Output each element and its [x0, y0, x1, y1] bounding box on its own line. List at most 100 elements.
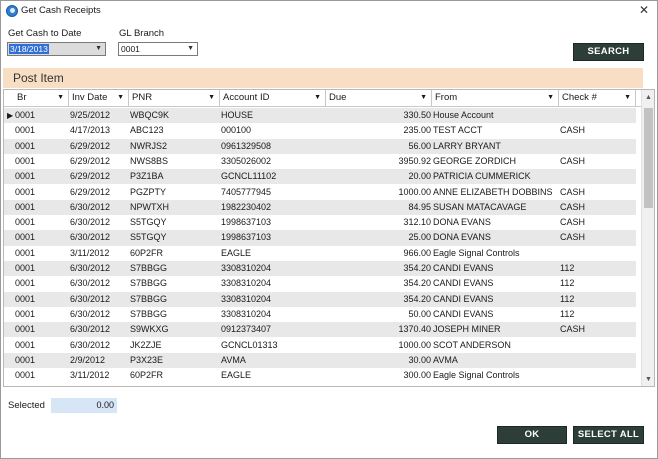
- cell-check: 112: [560, 308, 575, 319]
- cell-account-id: GCNCL01313: [221, 339, 278, 350]
- cell-pnr: S7BBGG: [130, 263, 168, 273]
- scroll-up-icon[interactable]: ▲: [645, 94, 652, 101]
- table-row[interactable]: 0001 6/29/2012 NWRJS2 0961329508 56.00 LARRY …: [4, 138, 636, 154]
- cell-account-id: EAGLE: [221, 247, 252, 258]
- chevron-down-icon[interactable]: ▼: [624, 90, 631, 106]
- col-due-header[interactable]: Due ▼: [326, 90, 432, 106]
- cell-br: 0001: [15, 140, 36, 151]
- cell-from: LARRY BRYANT: [433, 140, 501, 151]
- cell-from: JOSEPH MINER: [433, 324, 501, 335]
- cell-due: 354.20: [403, 293, 431, 304]
- chevron-down-icon[interactable]: ▼: [95, 45, 102, 52]
- col-check-header[interactable]: Check # ▼: [559, 90, 636, 106]
- table-row[interactable]: 0001 6/29/2012 PGZPTY 7405777945 1000.00 ANNE…: [4, 185, 636, 200]
- table-row[interactable]: 0001 2/9/2012 P3X23E AVMA 30.00 AVMA: [4, 352, 636, 369]
- cell-due: 1370.40: [398, 324, 431, 335]
- cell-check: CASH: [560, 324, 586, 335]
- col-pnr-header[interactable]: PNR ▼: [129, 90, 220, 106]
- selected-label: Selected: [8, 400, 45, 411]
- col-inv-date-header[interactable]: Inv Date ▼: [69, 90, 129, 106]
- cell-from: GEORGE ZORDICH: [433, 155, 517, 166]
- scroll-thumb[interactable]: [644, 108, 653, 208]
- cell-account-id: 3308310204: [221, 263, 272, 273]
- cell-inv-date: 9/25/2012: [70, 110, 111, 120]
- cell-from: CANDI EVANS: [433, 278, 494, 289]
- table-row[interactable]: 0001 6/30/2012 NPWTXH 1982230402 84.95 SUSAN …: [4, 199, 636, 216]
- table-row[interactable]: 0001 6/30/2012 JK2ZJE GCNCL01313 1000.00 SCOT…: [4, 338, 636, 353]
- table-row[interactable]: 0001 6/29/2012 NWS8BS 3305026002 3950.92 GEOR…: [4, 154, 636, 169]
- cell-due: 354.20: [403, 278, 431, 289]
- cell-from: CANDI EVANS: [433, 308, 494, 319]
- cell-br: 0001: [15, 171, 36, 182]
- cell-pnr: 60P2FR: [130, 370, 164, 381]
- cell-pnr: S7BBGG: [130, 293, 168, 304]
- select-all-button[interactable]: SELECT ALL: [573, 426, 644, 444]
- table-row[interactable]: 0001 6/30/2012 S5TGQY 1998637103 25.00 DONA E…: [4, 230, 636, 246]
- title-bar: Get Cash Receipts ✕: [1, 1, 657, 21]
- chevron-down-icon[interactable]: ▼: [547, 90, 554, 106]
- table-row[interactable]: 0001 6/30/2012 S7BBGG 3308310204 354.20 CANDI…: [4, 261, 636, 277]
- date-value[interactable]: 3/18/2013: [9, 44, 49, 54]
- cell-from: House Account: [433, 110, 494, 120]
- chevron-down-icon[interactable]: ▼: [57, 90, 64, 106]
- cell-pnr: WBQC9K: [130, 110, 170, 120]
- date-field[interactable]: 3/18/2013 ▼: [7, 42, 106, 56]
- table-row[interactable]: 0001 3/11/2012 60P2FR EAGLE 966.00 Eagle Sign…: [4, 246, 636, 261]
- scroll-down-icon[interactable]: ▼: [645, 376, 652, 383]
- table-row[interactable]: 0001 6/30/2012 S7BBGG 3308310204 50.00 CANDI …: [4, 307, 636, 322]
- cell-from: ANNE ELIZABETH DOBBINS: [433, 186, 553, 197]
- table-row[interactable]: 0001 6/30/2012 S7BBGG 3308310204 354.20 CANDI…: [4, 276, 636, 291]
- branch-select[interactable]: 0001 ▼: [118, 42, 198, 56]
- table-row[interactable]: 0001 4/17/2013 ABC123 000100 235.00 TEST ACCT…: [4, 123, 636, 138]
- table-row[interactable]: 0001 6/30/2012 S9WKXG 0912373407 1370.40 JOSE…: [4, 322, 636, 338]
- column-label: Br: [17, 92, 27, 103]
- table-row[interactable]: 0001 6/30/2012 S7BBGG 3308310204 354.20 CANDI…: [4, 291, 636, 307]
- cell-account-id: 3308310204: [221, 293, 272, 304]
- cell-br: 0001: [15, 308, 36, 319]
- table-row[interactable]: 0001 6/30/2012 S5TGQY 1998637103 312.10 DONA …: [4, 215, 636, 230]
- cell-br: 0001: [15, 278, 36, 289]
- cell-inv-date: 6/29/2012: [70, 140, 111, 151]
- cell-due: 966.00: [403, 247, 431, 258]
- cell-br: 0001: [15, 247, 36, 258]
- cell-from: TEST ACCT: [433, 125, 483, 136]
- cell-from: PATRICIA CUMMERICK: [433, 171, 531, 182]
- cell-account-id: 1998637103: [221, 217, 272, 228]
- cell-from: AVMA: [433, 354, 458, 365]
- cell-check: CASH: [560, 217, 586, 228]
- cell-inv-date: 3/11/2012: [70, 247, 110, 258]
- cell-inv-date: 2/9/2012: [70, 354, 106, 365]
- chevron-down-icon[interactable]: ▼: [420, 90, 427, 106]
- ok-button[interactable]: OK: [497, 426, 567, 444]
- cell-inv-date: 6/30/2012: [70, 217, 111, 228]
- chevron-down-icon[interactable]: ▼: [187, 45, 194, 52]
- cell-br: 0001: [15, 370, 36, 381]
- table-row[interactable]: 0001 6/29/2012 P3Z1BA GCNCL11102 20.00 PATRIC…: [4, 169, 636, 185]
- vertical-scrollbar[interactable]: ▲ ▼: [641, 90, 654, 386]
- cell-inv-date: 6/30/2012: [70, 293, 111, 304]
- col-from-header[interactable]: From ▼: [432, 90, 559, 106]
- cell-account-id: 1998637103: [221, 232, 272, 243]
- cell-inv-date: 6/30/2012: [70, 324, 111, 335]
- table-row[interactable]: ▶ 0001 9/25/2012 WBQC9K HOUSE 330.50 House Acc…: [4, 108, 636, 124]
- cell-br: 0001: [15, 263, 36, 273]
- close-icon[interactable]: ✕: [639, 3, 649, 17]
- chevron-down-icon[interactable]: ▼: [208, 90, 215, 106]
- chevron-down-icon[interactable]: ▼: [117, 90, 124, 106]
- table-row[interactable]: 0001 3/11/2012 60P2FR EAGLE 300.00 Eagle Sign…: [4, 368, 636, 383]
- cell-br: 0001: [15, 232, 36, 243]
- chevron-down-icon[interactable]: ▼: [314, 90, 321, 106]
- cell-due: 50.00: [408, 308, 431, 319]
- cell-account-id: EAGLE: [221, 370, 252, 381]
- col-br-header[interactable]: Br ▼: [14, 90, 69, 106]
- selected-total: 0.00: [51, 398, 117, 413]
- receipts-grid[interactable]: Br ▼ Inv Date ▼ PNR ▼ Account ID ▼ Due ▼ From ▼ Chec…: [3, 89, 655, 387]
- cell-check: CASH: [560, 125, 586, 136]
- col-account-id-header[interactable]: Account ID ▼: [220, 90, 326, 106]
- column-label: Account ID: [223, 92, 270, 103]
- cell-due: 354.20: [403, 263, 431, 273]
- cell-inv-date: 4/17/2013: [70, 125, 111, 136]
- cell-account-id: 1982230402: [221, 201, 272, 212]
- search-button[interactable]: SEARCH: [573, 43, 644, 61]
- cell-inv-date: 6/30/2012: [70, 339, 111, 350]
